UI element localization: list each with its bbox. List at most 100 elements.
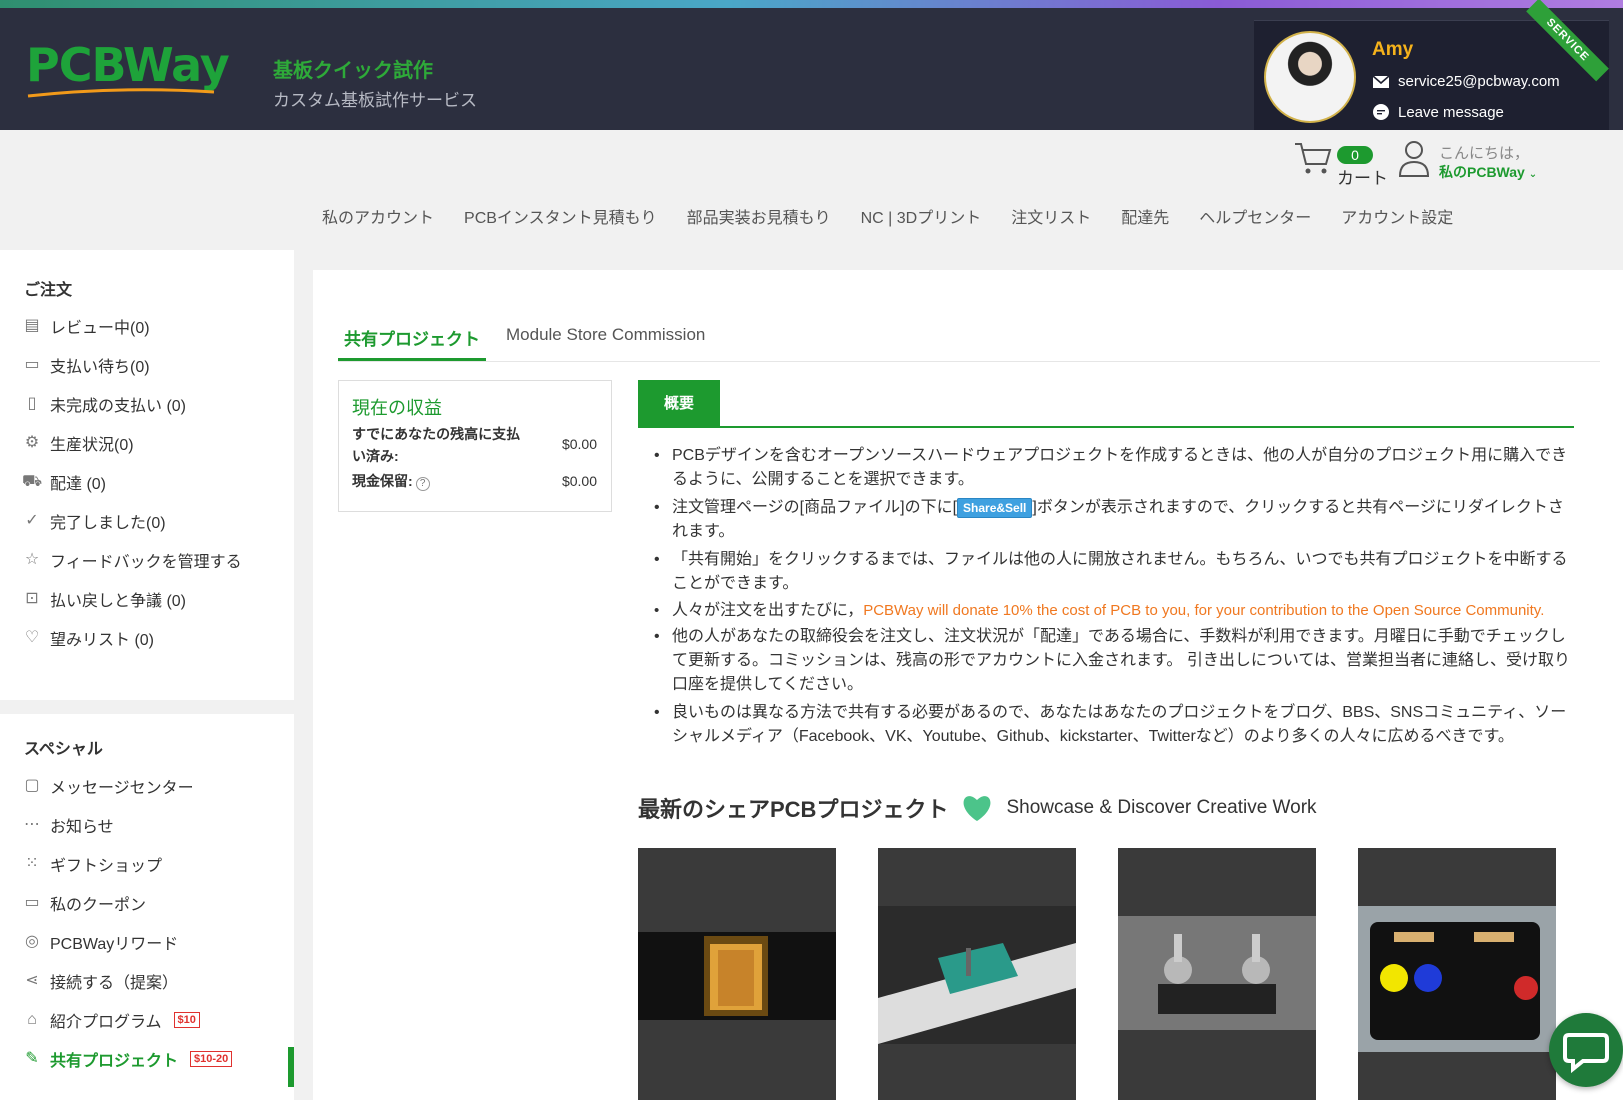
cart-label: カート [1337,169,1388,188]
sidebar-item-feedback[interactable]: ☆ フィードバックを管理する [22,548,242,572]
main-nav: 私のアカウント PCBインスタント見積もり 部品実装お見積もり NC | 3Dプ… [322,204,1483,228]
account-menu[interactable]: こんにちは， 私のPCBWay ⌄ [1397,136,1547,180]
sidebar-item-rewards[interactable]: ◎ PCBWayリワード [22,930,178,954]
donation-note: PCBWay will donate 10% the cost of PCB t… [863,602,1545,619]
sidebar-item-review[interactable]: ▤ レビュー中(0) [22,314,149,338]
service-rep-panel: Amy service25@pcbway.com Leave message S… [1254,0,1609,130]
sidebar-item-referral[interactable]: ⌂ 紹介プログラム $10 [22,1008,200,1032]
nav-my-account[interactable]: 私のアカウント [322,204,434,228]
overview-list: PCBデザインを含むオープンソースハードウェアプロジェクトを作成するときは、他の… [650,444,1574,753]
sidebar-special-title: スペシャル [24,741,103,758]
content-tabs: 共有プロジェクト Module Store Commission [338,290,1600,362]
overview-bullet: 人々が注文を出すたびに，PCBWay will donate 10% the c… [650,600,1574,621]
service-ribbon: SERVICE [1526,0,1609,82]
help-icon[interactable]: ? [415,477,430,491]
sidebar-item-shared-projects[interactable]: ✎ 共有プロジェクト $10-20 [22,1047,233,1071]
active-indicator [288,1047,294,1087]
project-thumbnail [1358,848,1556,1100]
truck-icon: ⛟ [22,473,43,490]
nav-cnc-3d[interactable]: NC | 3Dプリント [861,204,982,228]
referral-tag: $10 [173,1012,200,1028]
tab-shared-projects[interactable]: 共有プロジェクト [338,325,486,361]
sidebar-item-incomplete-payment[interactable]: ▯ 未完成の支払い (0) [22,392,186,416]
overview-bullet: 他の人があなたの取締役会を注文し、注文状況が「配達」である場合に、手数料が利用で… [650,625,1574,697]
review-icon: ▤ [24,317,40,334]
latest-projects-header: 最新のシェアPCBプロジェクト Showcase & Discover Crea… [638,792,1317,824]
nav-pcb-quote[interactable]: PCBインスタント見積もり [464,204,657,228]
service-email-link[interactable]: service25@pcbway.com [1372,73,1560,90]
sidebar-item-wishlist[interactable]: ♡ 望みリスト (0) [22,626,154,650]
sidebar-orders-title: ご注文 [24,282,73,299]
sidebar-item-gift-shop[interactable]: ⁙ ギフトショップ [22,852,162,876]
heart-icon [964,796,991,821]
nav-help-center[interactable]: ヘルプセンター [1199,204,1311,228]
overview-tab[interactable]: 概要 [638,380,720,428]
grid-icon: ⁙ [25,855,39,872]
logo-swoosh-icon [27,88,215,98]
overview-bullet: 注文管理ページの[商品ファイル]の下に[Share&Sell]ボタンが表示されま… [650,496,1574,544]
project-card[interactable] [1118,848,1316,1100]
document-icon: ▯ [27,395,37,412]
earnings-box: 現在の収益 すでにあなたの残高に支払い済み: $0.00 現金保留:? $0.0… [338,380,612,512]
user-icon [1398,141,1430,177]
gear-icon: ⚙ [24,434,40,451]
earnings-title: 現在の収益 [352,398,442,418]
nav-delivery[interactable]: 配達先 [1121,204,1169,228]
check-circle-icon: ✓ [25,512,39,529]
sidebar-item-coupons[interactable]: ▭ 私のクーポン [22,891,146,915]
user-bar: 0 カート こんにちは， 私のPCBWay ⌄ 私のアカウント PCBインスタン… [0,130,1623,252]
overview-bullet: 良いものは異なる方法で共有する必要があるので、あなたはあなたのプロジェクトをブロ… [650,701,1574,749]
gift-icon: ⌂ [27,1011,37,1028]
top-gradient-stripe [0,0,1623,8]
nav-order-list[interactable]: 注文リスト [1011,204,1091,228]
tab-module-store[interactable]: Module Store Commission [506,325,705,345]
message-icon: ▢ [24,777,40,794]
project-thumbnail [638,848,836,1100]
cart-button[interactable]: 0 カート [1293,136,1393,188]
sidebar-item-messages[interactable]: ▢ メッセージセンター [22,774,193,798]
cart-count-badge: 0 [1337,146,1373,164]
nav-account-settings[interactable]: アカウント設定 [1341,204,1453,228]
sidebar-item-notices[interactable]: ⋯ お知らせ [22,813,114,837]
star-icon: ☆ [24,551,40,568]
project-cards [638,848,1598,1100]
heart-icon: ♡ [24,629,40,646]
coupon-icon: ▭ [24,894,40,911]
nav-assembly-quote[interactable]: 部品実装お見積もり [687,204,831,228]
sidebar-item-connect[interactable]: ⋖ 接続する（提案） [22,969,178,993]
leave-message-link[interactable]: Leave message [1372,103,1504,121]
hold-label: 現金保留:? [352,471,430,491]
sidebar-item-refund[interactable]: ⊡ 払い戻しと争議 (0) [22,587,186,611]
overview-underline [638,426,1574,428]
paid-value: $0.00 [561,436,597,452]
project-icon: ✎ [25,1050,39,1067]
latest-projects-subtitle: Showcase & Discover Creative Work [1006,797,1317,818]
sidebar-item-completed[interactable]: ✓ 完了しました(0) [22,509,165,533]
cart-icon [1295,143,1332,174]
latest-projects-title: 最新のシェアPCBプロジェクト [638,797,949,822]
sidebar-item-delivery[interactable]: ⛟ 配達 (0) [22,470,106,494]
card-icon: ▭ [24,356,40,373]
my-pcbway-dropdown[interactable]: 私のPCBWay ⌄ [1439,162,1537,182]
service-rep-avatar [1264,31,1356,123]
medal-icon: ◎ [25,933,39,950]
project-card[interactable] [878,848,1076,1100]
paid-label: すでにあなたの残高に支払い済み: [352,426,521,464]
notice-icon: ⋯ [24,816,40,833]
pcbway-logo[interactable]: PCBWay [26,38,230,98]
box-icon: ⊡ [25,590,39,607]
service-rep-name: Amy [1372,39,1414,60]
project-card[interactable] [638,848,836,1100]
project-thumbnail [878,848,1076,1100]
project-card[interactable] [1358,848,1556,1100]
sidebar-item-awaiting-payment[interactable]: ▭ 支払い待ち(0) [22,353,149,377]
sidebar: ご注文 ▤ レビュー中(0) ▭ 支払い待ち(0) ▯ 未完成の支払い (0) ⚙ 生産… [0,250,294,1100]
share-sell-button: Share&Sell [957,498,1033,518]
tagline-title: 基板クイック試作 [273,60,433,82]
tagline-subtitle: カスタム基板試作サービス [273,91,477,110]
shared-projects-tag: $10-20 [190,1051,233,1067]
live-chat-button[interactable] [1549,1013,1623,1087]
sidebar-item-production[interactable]: ⚙ 生産状況(0) [22,431,134,455]
site-header: PCBWay 基板クイック試作 カスタム基板試作サービス Amy service… [0,0,1623,130]
share-icon: ⋖ [25,972,39,989]
